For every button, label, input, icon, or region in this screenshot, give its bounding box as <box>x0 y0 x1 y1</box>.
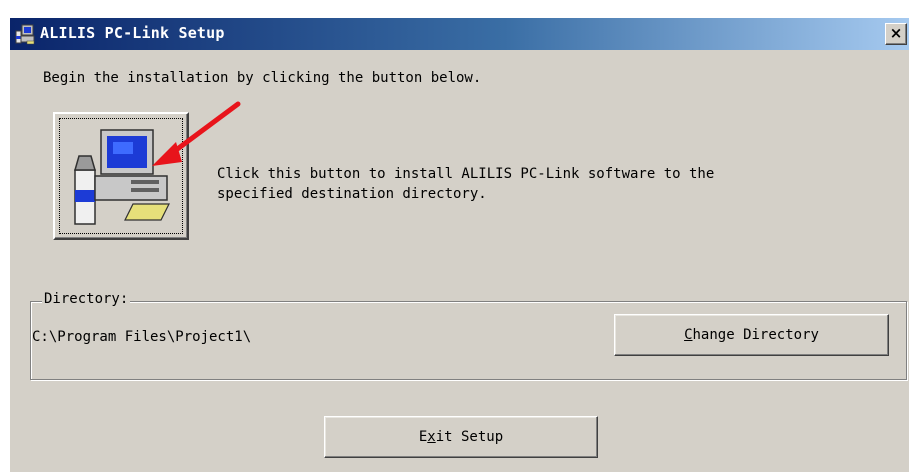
close-icon: × <box>889 24 903 42</box>
change-directory-button[interactable]: Change Directory <box>614 314 889 356</box>
directory-path: C:\Program Files\Project1\ <box>32 329 252 345</box>
mnemonic-letter: C <box>684 327 693 343</box>
button-label-part: it Setup <box>435 429 504 445</box>
install-description: Click this button to install ALILIS PC-L… <box>217 164 907 204</box>
directory-label: Directory: <box>42 291 131 307</box>
title-bar[interactable]: ALILIS PC-Link Setup × <box>10 18 909 50</box>
install-description-line: specified destination directory. <box>217 186 487 202</box>
instruction-text: Begin the installation by clicking the b… <box>43 70 482 86</box>
mnemonic-letter: x <box>427 429 436 445</box>
setup-window: ALILIS PC-Link Setup × Begin the install… <box>10 18 909 472</box>
button-label-part: hange Directory <box>692 327 819 343</box>
install-description-line: Click this button to install ALILIS PC-L… <box>217 166 715 182</box>
close-button[interactable]: × <box>885 23 907 45</box>
window-title: ALILIS PC-Link Setup <box>40 24 225 42</box>
setup-computer-icon <box>15 24 35 45</box>
exit-setup-button[interactable]: Exit Setup <box>324 416 598 458</box>
